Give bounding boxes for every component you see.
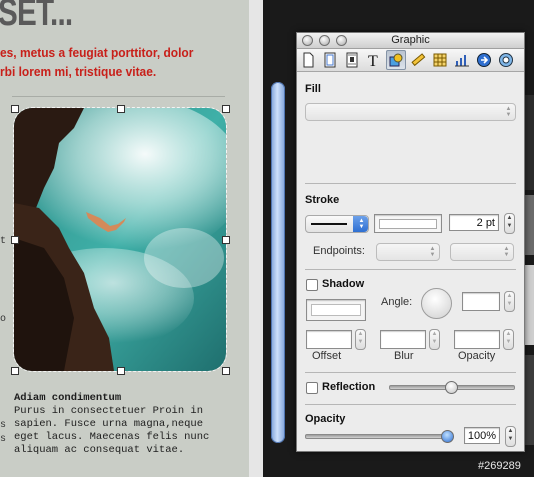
shadow-label: Shadow — [322, 278, 365, 290]
document-icon[interactable] — [298, 50, 318, 70]
caption-line: eget lacus. Maecenas felis nunc — [14, 431, 210, 443]
opacity-slider[interactable] — [305, 434, 453, 439]
angle-dial[interactable] — [421, 288, 452, 319]
selected-photo[interactable] — [13, 107, 227, 372]
table-icon[interactable] — [430, 50, 450, 70]
stroke-width-stepper[interactable]: ▲ ▼ — [504, 213, 515, 234]
selection-handle[interactable] — [11, 105, 19, 113]
fill-popup[interactable]: ▲ ▼ — [305, 103, 516, 121]
margin-text: t — [0, 236, 7, 247]
reflection-slider-knob[interactable] — [445, 381, 458, 394]
chevron-updown-icon: ▲ ▼ — [503, 246, 510, 258]
quicktime-icon[interactable] — [496, 50, 516, 70]
shadow-offset-field[interactable] — [306, 330, 352, 349]
selection-handle[interactable] — [11, 236, 19, 244]
shadow-checkbox[interactable] — [306, 279, 318, 291]
layout-icon[interactable] — [320, 50, 340, 70]
opacity-label: Opacity — [458, 350, 496, 362]
document-canvas: SET... es, metus a feugiat porttitor, do… — [0, 0, 249, 477]
chevron-updown-icon: ▲ ▼ — [505, 106, 512, 118]
cliff-diver-image — [14, 108, 226, 371]
document-divider — [12, 96, 225, 97]
selection-handle[interactable] — [222, 367, 230, 375]
graphic-inspector-panel: Graphic T Fill ▲ ▼ Stroke ▲ ▼ 2 pt ▲ ▼ E… — [296, 32, 525, 452]
svg-text:T: T — [368, 53, 378, 68]
angle-label: Angle: — [381, 296, 413, 308]
chevron-updown-icon: ▲ ▼ — [429, 246, 436, 258]
caption-line: Purus in consectetuer Proin in — [14, 405, 204, 417]
metrics-icon[interactable] — [408, 50, 428, 70]
link-icon[interactable] — [474, 50, 494, 70]
inspector-titlebar[interactable]: Graphic — [297, 33, 524, 49]
inspector-toolbar: T — [297, 49, 524, 72]
caption-line: sapien. Fusce urna magna,neque — [14, 418, 204, 430]
angle-stepper[interactable]: ▲ ▼ — [504, 291, 515, 312]
section-divider — [305, 372, 516, 373]
reflection-label: Reflection — [322, 381, 376, 393]
text-icon[interactable]: T — [364, 50, 384, 70]
selection-handle[interactable] — [117, 367, 125, 375]
stroke-label: Stroke — [305, 194, 340, 206]
color-swatch — [311, 304, 361, 316]
document-subheading-line: es, metus a feugiat porttitor, dolor — [0, 45, 194, 60]
shadow-opacity-stepper[interactable]: ▲ ▼ — [503, 329, 514, 350]
reflection-checkbox[interactable] — [306, 382, 318, 394]
color-swatch — [379, 219, 437, 229]
vertical-scrollbar[interactable] — [271, 82, 285, 443]
section-divider — [305, 183, 516, 184]
document-subheading-line: rbi lorem mi, tristique vitae. — [0, 64, 157, 79]
margin-text: s — [0, 420, 7, 431]
fill-label: Fill — [305, 83, 321, 95]
stroke-width-field[interactable]: 2 pt — [449, 214, 499, 231]
offset-label: Offset — [312, 350, 342, 362]
caption-line: aliquam ac consequat vitae. — [14, 444, 185, 456]
shadow-opacity-field[interactable] — [454, 330, 500, 349]
blur-label: Blur — [394, 350, 414, 362]
angle-field[interactable] — [462, 292, 500, 311]
selection-handle[interactable] — [222, 105, 230, 113]
graphic-icon[interactable] — [386, 50, 406, 70]
shadow-color-well[interactable] — [306, 299, 366, 321]
shadow-blur-field[interactable] — [380, 330, 426, 349]
stroke-color-well[interactable] — [374, 214, 442, 233]
document-heading: SET... — [0, 0, 73, 34]
opacity-slider-knob[interactable] — [441, 430, 454, 443]
opacity-stepper[interactable]: ▲ ▼ — [505, 426, 516, 447]
chevron-updown-icon: ▲ ▼ — [358, 218, 365, 230]
endpoints-label: Endpoints: — [313, 245, 365, 257]
margin-text: o — [0, 314, 7, 325]
stroke-style-popup[interactable]: ▲ ▼ — [305, 215, 369, 233]
selection-handle[interactable] — [11, 367, 19, 375]
line-style-preview — [311, 223, 347, 225]
section-divider — [305, 404, 516, 405]
caption-title: Adiam condimentum — [14, 392, 122, 404]
chart-icon[interactable] — [452, 50, 472, 70]
start-endpoint-popup[interactable]: ▲ ▼ — [376, 243, 440, 261]
shadow-blur-stepper[interactable]: ▲ ▼ — [429, 329, 440, 350]
shadow-offset-stepper[interactable]: ▲ ▼ — [355, 329, 366, 350]
section-divider — [305, 269, 516, 270]
margin-text: s — [0, 434, 7, 445]
document-gutter — [249, 0, 263, 477]
opacity-section-label: Opacity — [305, 413, 346, 425]
wrap-icon[interactable] — [342, 50, 362, 70]
image-id-label: #269289 — [478, 460, 521, 472]
end-endpoint-popup[interactable]: ▲ ▼ — [450, 243, 514, 261]
opacity-field[interactable]: 100% — [464, 427, 500, 444]
inspector-title: Graphic — [391, 34, 430, 46]
selection-handle[interactable] — [117, 105, 125, 113]
selection-handle[interactable] — [222, 236, 230, 244]
